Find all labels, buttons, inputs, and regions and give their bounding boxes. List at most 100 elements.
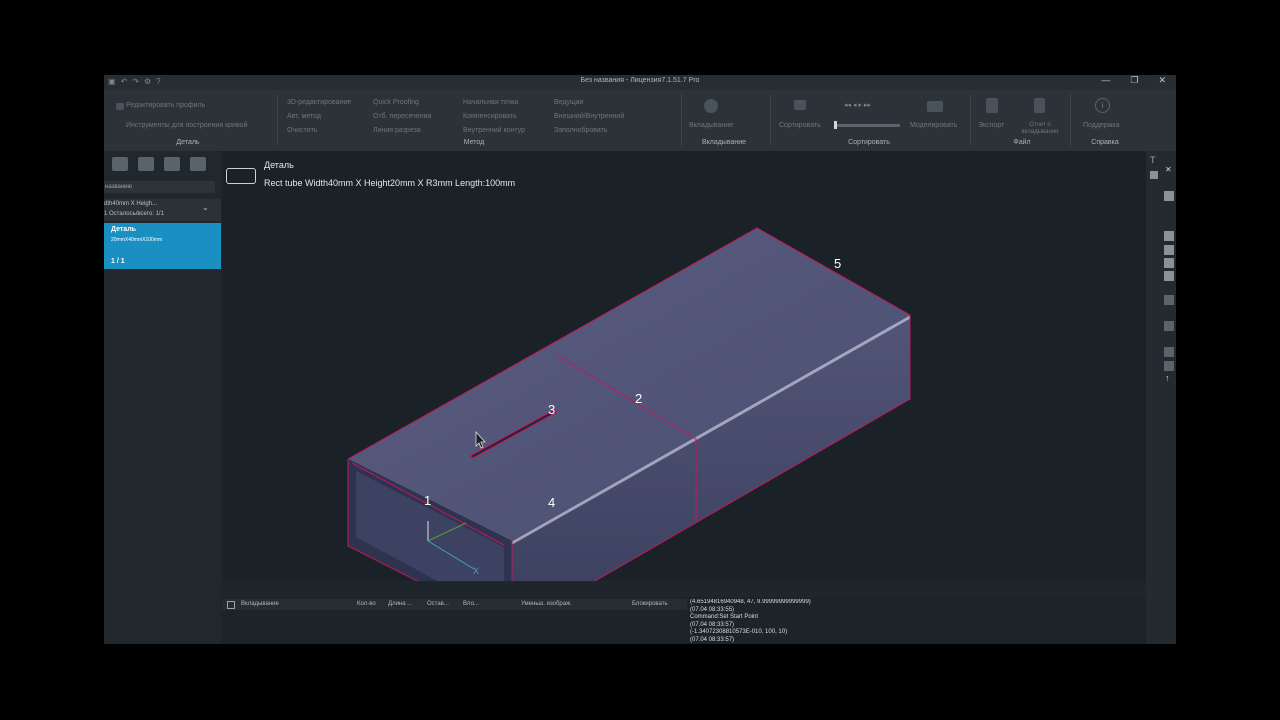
color-swatch[interactable] [1164,245,1174,255]
color-swatch[interactable] [1164,347,1174,357]
part-name: dth40mm X Heigh... [104,201,158,207]
color-swatch[interactable] [1164,258,1174,268]
ribbon-separator [970,94,971,146]
profile-icon [116,103,124,110]
inner-contour-button[interactable]: Внутренний контур [463,127,525,134]
arrow-up-icon[interactable]: ↑ [1165,373,1170,383]
chevron-down-icon[interactable]: ⌄ [202,203,209,212]
export-icon [986,98,998,113]
application-window: ▣ ↶ ↷ ⚙ ? Без названия - Лицензия7.1.51.… [104,75,1176,644]
minimize-button[interactable]: — [1101,75,1110,86]
simulate-icon [927,101,943,112]
edit-profile-button[interactable]: Редактировать профиль [126,102,205,109]
part-card[interactable]: Деталь 20mmX40mmX100mm 1 / 1 [104,223,221,269]
ribbon-separator [277,94,278,146]
column-header[interactable]: Кол-во [357,601,376,607]
nesting-group-label: Вкладывание [701,139,747,146]
close-button[interactable]: ✕ [1158,75,1166,86]
sort-button[interactable]: Сортировать [779,122,821,129]
progress-slider[interactable] [836,124,900,127]
color-swatch[interactable] [1164,271,1174,281]
search-input[interactable]: названию [104,181,215,193]
title-bar: ▣ ↶ ↷ ⚙ ? Без названия - Лицензия7.1.51.… [104,75,1176,90]
column-header[interactable]: Уменьш. изображ. [521,601,572,607]
playback-controls[interactable]: ◂◂ ◂ ▸ ▸▸ [844,101,871,109]
ribbon-separator [681,94,682,146]
right-toolbar: T ✕ ↑ [1146,151,1176,644]
list-item[interactable]: dth40mm X Heigh... 1 Осталось/всего: 1/1… [104,199,221,221]
marker-4: 4 [548,495,555,510]
color-swatch[interactable] [1164,191,1174,201]
report-icon [1034,98,1045,113]
export-button[interactable]: Экспорт [978,122,1004,129]
color-swatch[interactable] [1164,295,1174,305]
ribbon-separator [770,94,771,146]
list-view-icon[interactable] [190,157,206,171]
parts-panel: названию dth40mm X Heigh... 1 Осталось/в… [104,151,221,644]
compensate-button[interactable]: Компенсировать [463,113,517,120]
marker-5: 5 [834,256,841,271]
window-title: Без названия - Лицензия7.1.51.7 Pro [580,77,700,84]
ribbon: Редактировать профиль Инструменты для по… [104,90,1176,152]
text-tool-icon[interactable]: T [1150,155,1156,165]
quick-proofing-button[interactable]: Quick Proofing [373,99,419,106]
log-line: (07.04 08:33:55) [690,606,735,613]
command-log: (4.65194816940948, 47, 9.99999999999999)… [690,599,1146,644]
card-title: Деталь [111,226,136,233]
card-dimensions: 20mmX40mmX100mm [111,237,163,243]
column-header[interactable]: Длина ... [388,601,412,607]
detail-group-label: Деталь [176,139,200,146]
marker-3: 3 [548,402,555,417]
column-header[interactable]: Вло... [463,601,479,607]
nesting-button[interactable]: Вкладывание [689,122,733,129]
color-swatch[interactable] [1164,231,1174,241]
close-panel-icon[interactable]: ✕ [1165,165,1172,174]
sort-group-label: Сортировать [848,139,890,146]
log-line: (07.04 08:33:57) [690,621,735,628]
auto-method-button[interactable]: Авт. метод [287,113,321,120]
column-header[interactable]: Остав... [427,601,449,607]
clear-button[interactable]: Очистить [287,127,317,134]
outer-inner-button[interactable]: Внешний/Внутренний [554,113,624,120]
log-line: (-1.34072308810573E-010, 100, 10) [690,629,788,635]
nesting-table-header: Вкладывание Кол-во Длина ... Остав... Вл… [222,599,687,610]
column-header[interactable]: Вкладывание [241,601,279,607]
log-line: Command:Set Start Point [690,614,759,620]
tube-icon[interactable] [164,157,180,171]
info-icon: i [1095,98,1110,113]
start-point-button[interactable]: Начальная точка [463,99,518,106]
3d-viewport[interactable]: Деталь Rect tube Width40mm X Height20mm … [222,151,1146,581]
progress-slider-handle[interactable] [834,121,837,129]
maximize-button[interactable]: ❐ [1130,75,1138,86]
cut-line-button[interactable]: Линия разреза [373,127,421,134]
tube-model[interactable]: X 1 2 3 4 5 [222,151,1146,581]
support-button[interactable]: Поддержка [1083,122,1120,129]
3d-edit-button[interactable]: 3D-редактирование [287,99,351,106]
ribbon-separator [1070,94,1071,146]
lead-button[interactable]: Ведущая [554,99,583,106]
part-count: 1 Осталось/всего: 1/1 [104,211,164,217]
add-part-icon[interactable] [138,157,154,171]
curve-tools-button[interactable]: Инструменты для построения кривой [126,122,247,129]
help-group-label: Справка [1091,139,1119,146]
fill-button[interactable]: Заполнобровать [554,127,608,134]
color-swatch[interactable] [1164,361,1174,371]
bottom-panel: Вкладывание Кол-во Длина ... Остав... Вл… [222,597,1146,644]
nesting-icon [704,99,718,113]
log-line: (4.65194816940948, 47, 9.99999999999999) [690,599,811,605]
select-all-checkbox[interactable] [227,601,235,609]
marker-2: 2 [635,391,642,406]
axis-x-label: X [473,566,479,576]
intersection-button[interactable]: Отб. пересечения [373,113,431,120]
tool-icon[interactable] [1150,171,1158,179]
column-header[interactable]: Блокировать [632,601,668,607]
card-count: 1 / 1 [111,258,125,265]
marker-1: 1 [424,493,431,508]
log-line: (07.04 08:33:57) [690,636,735,643]
import-icon[interactable] [112,157,128,171]
report-button[interactable]: Отчет о вкладывании [1016,122,1064,136]
simulate-button[interactable]: Моделировать [910,122,957,129]
color-swatch[interactable] [1164,321,1174,331]
method-group-label: Метод [463,139,485,146]
file-group-label: Файл [1013,139,1031,146]
